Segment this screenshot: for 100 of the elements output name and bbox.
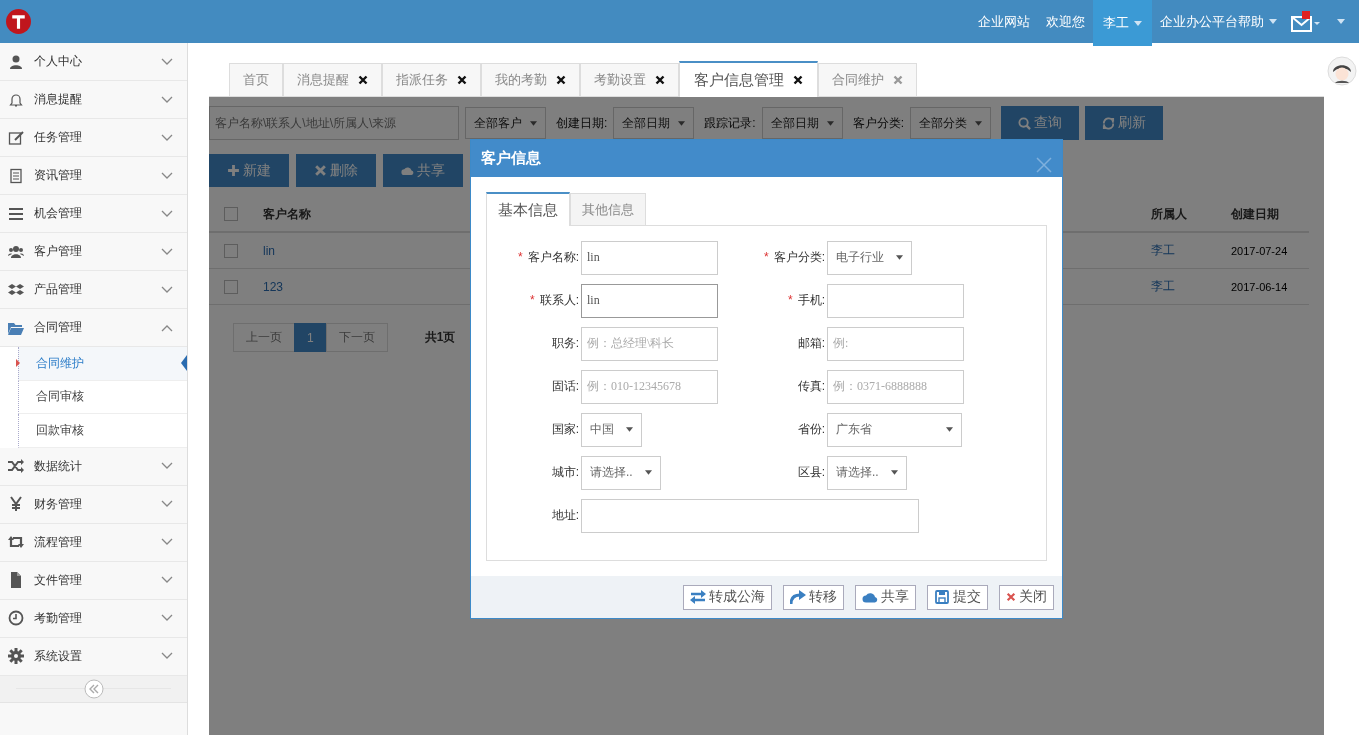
transfer-button[interactable]: 转移: [783, 584, 844, 610]
close-button[interactable]: 关闭: [999, 584, 1054, 610]
tab[interactable]: 指派任务: [382, 63, 481, 96]
sidebar-item[interactable]: 产品管理: [0, 271, 187, 309]
caret-icon: [890, 470, 898, 475]
checkbox[interactable]: [224, 207, 238, 221]
sidebar-item[interactable]: 客户管理: [0, 233, 187, 271]
cloud-icon: [862, 590, 878, 604]
tab[interactable]: 考勤设置: [580, 63, 679, 96]
select-field[interactable]: 请选择..: [581, 455, 661, 490]
sidebar-item[interactable]: 系统设置: [0, 637, 187, 676]
sidebar-item[interactable]: 消息提醒: [0, 81, 187, 119]
share-button[interactable]: 共享: [855, 584, 916, 610]
chevron-icon: [161, 247, 173, 256]
header-link[interactable]: 欢迎您: [1038, 0, 1093, 43]
header-link[interactable]: 企业网站: [970, 0, 1038, 43]
filter-label: 客户分类:: [852, 114, 905, 132]
close-icon[interactable]: [793, 75, 803, 85]
tab[interactable]: 消息提醒: [283, 63, 382, 96]
input-field[interactable]: [827, 283, 964, 318]
user-icon: [8, 53, 24, 70]
tab[interactable]: 首页: [229, 63, 283, 96]
sidebar-item[interactable]: 文件管理: [0, 561, 187, 600]
chevron-icon: [161, 614, 173, 622]
chevron-icon: [161, 95, 173, 104]
submenu-item[interactable]: 合同维护: [18, 347, 187, 381]
chevron-icon: [161, 576, 173, 584]
sidebar-item[interactable]: 任务管理: [0, 119, 187, 157]
forward-arrow-icon: [790, 590, 806, 604]
sidebar-item[interactable]: 数据统计: [0, 447, 187, 486]
logo-icon: [6, 9, 31, 34]
file-icon: [8, 572, 24, 588]
input-field[interactable]: lin: [581, 283, 718, 318]
input-field[interactable]: 例：总经理\科长: [581, 326, 718, 361]
list-icon: [8, 205, 24, 222]
field-label: 邮箱:: [796, 335, 826, 352]
tab[interactable]: 我的考勤: [481, 63, 580, 96]
submenu-item[interactable]: 回款审核: [18, 414, 187, 448]
close-icon[interactable]: [358, 75, 368, 85]
tab[interactable]: 合同维护: [818, 63, 917, 96]
sidebar-item[interactable]: 考勤管理: [0, 599, 187, 638]
doc-icon: [8, 167, 24, 184]
tab[interactable]: 基本信息: [486, 192, 570, 226]
sidebar-label: 产品管理: [34, 281, 83, 298]
header-link[interactable]: 企业办公平台帮助: [1152, 0, 1285, 43]
sidebar-item[interactable]: 个人中心: [0, 43, 187, 81]
filter-select[interactable]: 全部客户: [465, 107, 546, 139]
search-field[interactable]: 客户名称\联系人\地址\所属人\来源: [209, 106, 459, 140]
convert-button[interactable]: 转成公海: [683, 584, 772, 610]
field-label: * 客户名称:: [517, 249, 580, 266]
save-icon: [934, 590, 950, 604]
column-header: 创建日期: [1231, 205, 1280, 223]
assistant-avatar-icon[interactable]: [1326, 56, 1357, 86]
select-field[interactable]: 中国: [581, 412, 642, 447]
edit-icon: [8, 129, 24, 146]
submit-button[interactable]: 提交: [927, 584, 988, 610]
sidebar-label: 资讯管理: [34, 167, 83, 184]
swap-icon: [690, 590, 706, 604]
sidebar-item[interactable]: 财务管理: [0, 485, 187, 524]
select-field[interactable]: 广东省: [827, 412, 962, 447]
checkbox[interactable]: [224, 243, 238, 258]
select-field[interactable]: 请选择..: [827, 455, 907, 490]
caret-icon: [1134, 20, 1142, 26]
sidebar-label: 客户管理: [34, 243, 83, 260]
close-icon[interactable]: [457, 75, 467, 85]
close-icon[interactable]: [655, 75, 665, 85]
submenu-item[interactable]: 合同审核: [18, 380, 187, 414]
tab[interactable]: 客户信息管理: [679, 61, 818, 97]
caret-icon: [896, 255, 903, 260]
chevron-icon: [161, 538, 173, 546]
sidebar-label: 财务管理: [34, 495, 83, 513]
input-field[interactable]: [581, 498, 919, 533]
sidebar-item[interactable]: 资讯管理: [0, 157, 187, 195]
chevron-icon: [161, 209, 173, 218]
input-field[interactable]: 例:: [827, 326, 964, 361]
caret-icon: [626, 427, 633, 432]
table-cell-text: 2017-06-14: [1231, 280, 1289, 293]
select-field[interactable]: 电子行业: [827, 240, 912, 275]
filter-select[interactable]: 全部日期: [613, 107, 695, 139]
filter-select[interactable]: 全部分类: [910, 107, 992, 139]
sidebar-label: 机会管理: [34, 205, 83, 222]
filter-select[interactable]: 全部日期: [761, 107, 843, 139]
close-icon[interactable]: [556, 75, 566, 85]
tab[interactable]: 其他信息: [570, 193, 646, 225]
sidebar-label: 考勤管理: [34, 609, 83, 627]
column-header: 所属人: [1151, 205, 1188, 223]
caret-icon: [1269, 19, 1277, 24]
sidebar-label: 个人中心: [34, 53, 83, 70]
input-field[interactable]: 例：0371-6888888: [827, 369, 964, 404]
caret-icon[interactable]: [1337, 19, 1345, 24]
sidebar-item[interactable]: 机会管理: [0, 195, 187, 233]
caret-icon: [678, 120, 686, 126]
field-label: * 客户分类:: [763, 249, 826, 266]
shuffle-icon: [8, 458, 24, 474]
sidebar-label: 任务管理: [34, 129, 83, 146]
collapse-icon[interactable]: [83, 678, 104, 699]
input-field[interactable]: 例：010-12345678: [581, 369, 718, 404]
checkbox[interactable]: [224, 279, 238, 294]
sidebar-item[interactable]: 流程管理: [0, 523, 187, 562]
input-field[interactable]: lin: [581, 240, 718, 275]
